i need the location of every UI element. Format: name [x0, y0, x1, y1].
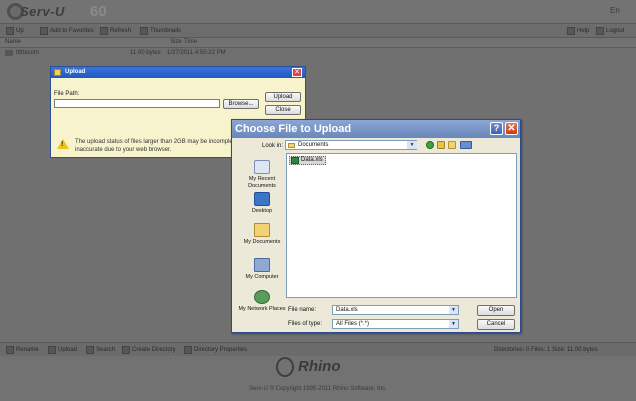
rhino-logo-text: Rhino — [298, 358, 341, 375]
file-name-label: File name: — [288, 307, 317, 313]
browse-button[interactable]: Browse... — [223, 99, 259, 109]
upload-icon — [54, 69, 61, 76]
add-to-favorites-button[interactable]: Add to Favorites — [40, 26, 94, 36]
search-button[interactable]: Search — [86, 345, 115, 355]
search-icon — [86, 346, 94, 354]
chevron-down-icon[interactable]: ▼ — [449, 320, 458, 328]
brand-version: 60 — [90, 3, 107, 20]
place-desktop[interactable]: Desktop — [236, 192, 288, 215]
folder-add-icon — [122, 346, 130, 354]
app-header: Serv-U 60 En — [0, 0, 636, 24]
up-button[interactable]: Up — [6, 26, 24, 36]
choose-file-dialog: Choose File to Upload ? ✕ Look in: Docum… — [231, 119, 521, 333]
column-size[interactable]: Size — [170, 39, 182, 45]
upload-submit-button[interactable]: Upload — [265, 92, 301, 102]
up-folder-icon[interactable] — [437, 141, 445, 149]
file-list-header: Name Size Time — [0, 38, 636, 48]
upload-button[interactable]: Upload — [48, 345, 77, 355]
cancel-button[interactable]: Cancel — [477, 319, 515, 330]
refresh-icon — [100, 27, 108, 35]
my-computer-icon — [254, 258, 270, 272]
chevron-down-icon[interactable]: ▼ — [449, 306, 458, 314]
folder-icon — [288, 143, 295, 148]
places-bar: My Recent Documents Desktop My Documents… — [236, 154, 288, 328]
file-name-value: Data.xls — [336, 307, 358, 313]
place-recent-documents[interactable]: My Recent Documents — [236, 160, 288, 190]
back-icon[interactable] — [426, 141, 434, 149]
look-in-dropdown[interactable]: Documents ▼ — [285, 140, 417, 150]
properties-icon — [184, 346, 192, 354]
new-folder-icon[interactable] — [448, 141, 456, 149]
file-path-input[interactable] — [54, 99, 220, 108]
place-my-documents[interactable]: My Documents — [236, 223, 288, 246]
file-item-name: Data.xls — [301, 157, 323, 163]
up-arrow-icon — [6, 27, 14, 35]
rhino-logo-icon — [276, 357, 294, 377]
place-network-places[interactable]: My Network Places — [236, 290, 288, 313]
upload-dialog-title[interactable]: Upload — [51, 67, 305, 78]
refresh-button[interactable]: Refresh — [100, 26, 131, 36]
look-in-label: Look in: — [262, 143, 284, 149]
upload-close-icon[interactable]: ✕ — [292, 68, 302, 77]
thumbnails-icon — [140, 27, 148, 35]
file-name: tttttecom — [16, 50, 40, 56]
status-summary: Directories: 0 Files: 1 Size: 11.00 byte… — [494, 347, 598, 353]
thumbnails-button[interactable]: Thumbnails — [140, 26, 181, 36]
file-path-label: File Path: — [54, 91, 80, 97]
desktop-icon — [254, 192, 270, 206]
column-time[interactable]: Time — [184, 39, 197, 45]
chevron-down-icon[interactable]: ▼ — [407, 141, 417, 149]
file-type-select[interactable]: All Files (*.*) ▼ — [332, 319, 459, 329]
file-type-value: All Files (*.*) — [336, 321, 370, 327]
file-size: 11.00 bytes — [130, 50, 161, 56]
view-menu-icon[interactable] — [460, 141, 472, 149]
rename-button[interactable]: Rename — [6, 345, 39, 355]
create-directory-button[interactable]: Create Directory — [122, 345, 176, 355]
directory-properties-button[interactable]: Directory Properties — [184, 345, 247, 355]
logout-button[interactable]: Logout — [596, 26, 624, 36]
logout-icon — [596, 27, 604, 35]
list-item[interactable]: Data.xls — [289, 156, 326, 165]
warning-icon-mark: ! — [61, 141, 64, 148]
choose-file-title[interactable]: Choose File to Upload — [232, 120, 520, 138]
recent-documents-icon — [254, 160, 270, 174]
my-documents-icon — [254, 223, 270, 237]
upload-warning-text: The upload status of files larger than 2… — [75, 139, 243, 153]
file-name-field[interactable]: Data.xls ▼ — [332, 305, 459, 315]
file-time: 1/27/2011 4:50:22 PM — [167, 50, 226, 56]
favorites-icon — [40, 27, 48, 35]
excel-file-icon — [291, 157, 299, 164]
place-my-computer[interactable]: My Computer — [236, 258, 288, 281]
close-icon[interactable]: ✕ — [505, 122, 518, 135]
file-icon — [5, 50, 13, 56]
table-row[interactable]: tttttecom 11.00 bytes 1/27/2011 4:50:22 … — [0, 49, 240, 59]
column-name[interactable]: Name — [5, 39, 21, 45]
upload-close-button[interactable]: Close — [265, 105, 301, 115]
brand-logo: Serv-U — [20, 4, 65, 19]
help-icon[interactable]: ? — [490, 122, 503, 135]
look-in-value: Documents — [298, 142, 329, 148]
help-icon — [567, 27, 575, 35]
help-button[interactable]: Help — [567, 26, 589, 36]
upload-icon — [48, 346, 56, 354]
file-browser-pane[interactable]: Data.xls — [286, 153, 517, 298]
copyright: Serv-U ® Copyright 1995-2011 Rhino Softw… — [249, 386, 387, 392]
rename-icon — [6, 346, 14, 354]
language-selector[interactable]: En — [610, 6, 620, 15]
action-bar: Rename Upload Search Create Directory Di… — [0, 342, 636, 356]
network-places-icon — [254, 290, 270, 304]
open-button[interactable]: Open — [477, 305, 515, 316]
file-type-label: Files of type: — [288, 321, 323, 327]
toolbar: Up Add to Favorites Refresh Thumbnails H… — [0, 24, 636, 38]
